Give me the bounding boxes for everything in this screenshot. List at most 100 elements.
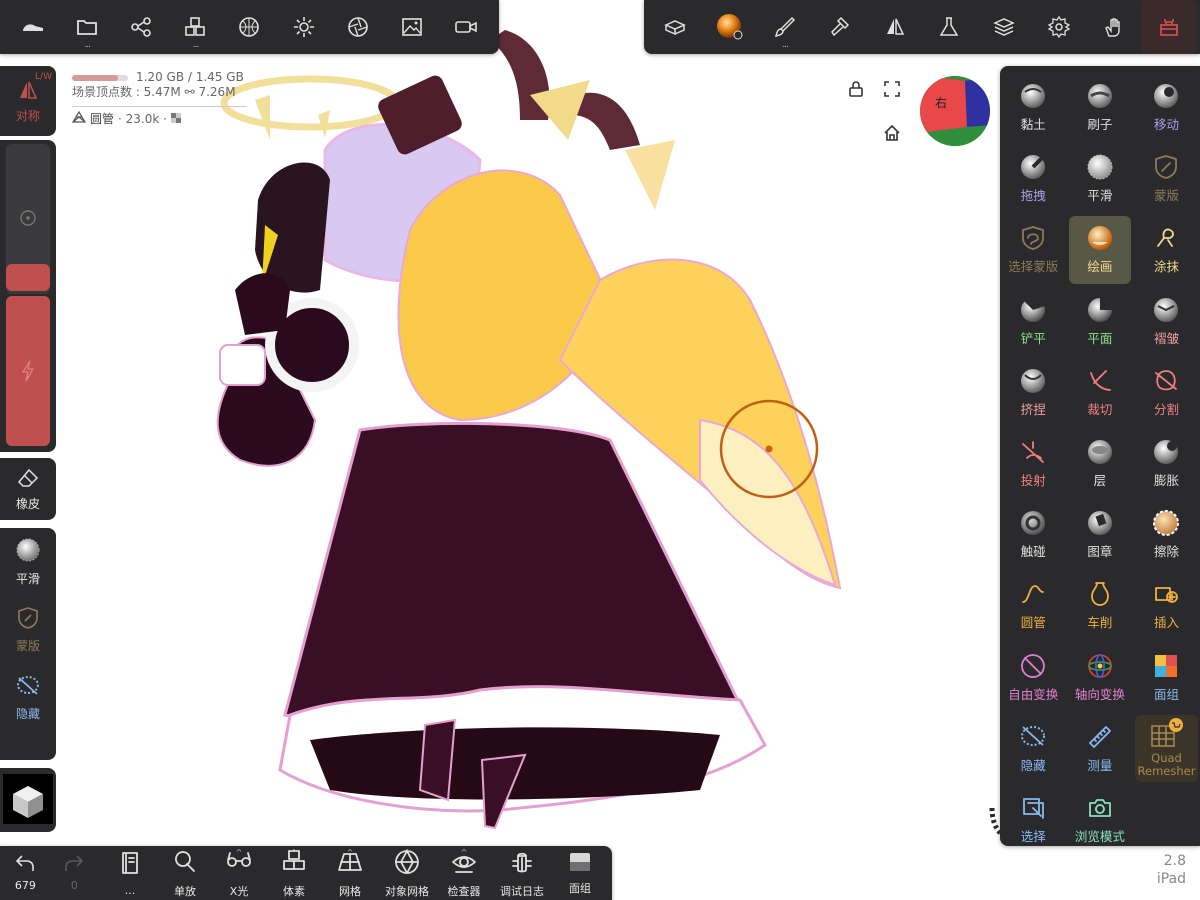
- symmetry-panel[interactable]: L/W 对称: [0, 66, 56, 136]
- tool-10[interactable]: 平面: [1067, 286, 1134, 357]
- tool-4[interactable]: 平滑: [1067, 143, 1134, 214]
- paint-button[interactable]: ...: [758, 0, 813, 54]
- layers-button[interactable]: [977, 0, 1032, 54]
- tool-13[interactable]: 裁切: [1067, 357, 1134, 428]
- tool-26[interactable]: 面组: [1133, 642, 1200, 713]
- toolbox-icon: [1158, 16, 1180, 38]
- tool-3[interactable]: 拖拽: [1000, 143, 1067, 214]
- tool-7[interactable]: 绘画: [1068, 216, 1132, 284]
- bottom-button-glasses[interactable]: ^ X光: [212, 846, 266, 900]
- tool-19[interactable]: 图章: [1067, 499, 1134, 570]
- tool-17[interactable]: 膨胀: [1133, 428, 1200, 499]
- scene-info: 1.20 GB / 1.45 GB 场景顶点数 : 5.47M ⚯ 7.26M …: [71, 70, 247, 127]
- tool-11[interactable]: 褶皱: [1133, 286, 1200, 357]
- gesture-hand-icon: [1103, 16, 1125, 38]
- quick-hide-label: 隐藏: [15, 707, 40, 721]
- tool-23[interactable]: 插入: [1133, 570, 1200, 641]
- quick-smooth-button[interactable]: 平滑: [0, 528, 56, 596]
- postprocess-button[interactable]: [922, 0, 977, 54]
- bottom-button-bug[interactable]: 调试日志: [492, 846, 552, 900]
- gestures-button[interactable]: [1086, 0, 1141, 54]
- scene-button[interactable]: [648, 0, 703, 54]
- video-icon: [454, 19, 478, 35]
- face-group-icon: [1152, 652, 1180, 680]
- lighting-button[interactable]: [277, 0, 331, 54]
- main-view-panel[interactable]: [0, 768, 56, 832]
- tools-button[interactable]: [1141, 0, 1196, 54]
- brush-cursor-dot: [765, 445, 773, 453]
- horn-tip: [625, 140, 675, 210]
- tool-label: 轴向变换: [1074, 686, 1125, 702]
- quick-hide-button[interactable]: 隐藏: [0, 664, 56, 732]
- bottom-button-face-group[interactable]: 面组: [552, 846, 608, 900]
- radius-preset-swatch[interactable]: [6, 264, 50, 291]
- settings-button[interactable]: [1032, 0, 1087, 54]
- tool-label: 裁切: [1087, 401, 1113, 417]
- gear-icon: [1047, 16, 1070, 38]
- bottom-button-voxel[interactable]: ^ 体素: [266, 846, 322, 900]
- object-name: 圆管: [90, 111, 115, 126]
- mask-shield-icon: [1152, 153, 1180, 181]
- tool-31[interactable]: 浏览模式: [1067, 784, 1134, 855]
- tool-21[interactable]: 圆管: [1000, 570, 1067, 641]
- quick-mask-button[interactable]: 蒙版: [0, 596, 56, 664]
- bottom-button-label: 调试日志: [500, 884, 544, 898]
- tool-29[interactable]: Quad Remesher: [1135, 714, 1198, 782]
- bottom-button-eye-inspect[interactable]: ^ 检查器: [436, 846, 492, 900]
- tool-label: 擦除: [1153, 544, 1179, 560]
- tool-15[interactable]: 投射: [1000, 428, 1067, 499]
- reset-camera-button[interactable]: [883, 124, 901, 146]
- topology-button[interactable]: [222, 0, 276, 54]
- bottom-button-wire-sphere[interactable]: ^ 对象网格: [378, 846, 436, 900]
- trim-icon: [1086, 367, 1114, 395]
- bottom-button-magnify[interactable]: 单放: [158, 846, 212, 900]
- tool-label: 蒙版: [1153, 188, 1179, 204]
- tool-12[interactable]: 挤捏: [1000, 357, 1067, 428]
- bottom-button-grid-plane[interactable]: ^ 网格: [322, 846, 378, 900]
- tool-1[interactable]: 刷子: [1067, 72, 1134, 143]
- tool-18[interactable]: 触碰: [1000, 499, 1067, 570]
- app-menu-button[interactable]: [6, 0, 60, 54]
- tool-8[interactable]: 涂抹: [1133, 214, 1200, 285]
- primitives-button[interactable]: ...: [168, 0, 222, 54]
- view-cube-face-label: 右: [935, 96, 948, 110]
- material-button[interactable]: [703, 0, 758, 54]
- scene-tree-button[interactable]: [114, 0, 168, 54]
- sculpt-button[interactable]: [812, 0, 867, 54]
- background-button[interactable]: [385, 0, 439, 54]
- lock-view-button[interactable]: [848, 80, 864, 102]
- hammer-icon: [829, 16, 851, 38]
- tools-panel-resize-handle[interactable]: [988, 798, 1028, 846]
- expand-icon: [883, 81, 901, 102]
- share-nodes-icon: [130, 16, 152, 38]
- record-button[interactable]: [439, 0, 493, 54]
- tool-24[interactable]: 自由变换: [1000, 642, 1067, 713]
- bottom-button-book[interactable]: ...: [102, 846, 158, 900]
- tool-label: 分割: [1153, 401, 1179, 417]
- tool-2[interactable]: 移动: [1133, 72, 1200, 143]
- tool-25[interactable]: 轴向变换: [1067, 642, 1134, 713]
- intensity-slider[interactable]: [6, 296, 50, 446]
- tool-16[interactable]: 层: [1067, 428, 1134, 499]
- view-cube[interactable]: 右: [919, 75, 991, 147]
- tool-22[interactable]: 车削: [1067, 570, 1134, 641]
- tool-label: 面组: [1153, 686, 1179, 702]
- redo-button[interactable]: 0: [47, 846, 102, 900]
- tool-label: 黏土: [1020, 117, 1046, 133]
- tool-9[interactable]: 铲平: [1000, 286, 1067, 357]
- tool-6[interactable]: 选择蒙版: [1000, 214, 1067, 285]
- tool-27[interactable]: 隐藏: [1000, 713, 1067, 784]
- cube-icon: [3, 774, 53, 828]
- fullscreen-button[interactable]: [883, 80, 901, 102]
- tools-panel: 黏土 刷子 移动 拖拽 平滑 蒙版选择蒙版 绘画 涂抹 铲平 平面 褶皱 挤捏 裁切 分割投射 层 膨胀 触碰 图…: [989, 66, 1200, 846]
- undo-button[interactable]: 679: [4, 846, 47, 900]
- camera-settings-button[interactable]: [331, 0, 385, 54]
- tool-5[interactable]: 蒙版: [1133, 143, 1200, 214]
- tool-20[interactable]: 擦除: [1133, 499, 1200, 570]
- tool-0[interactable]: 黏土: [1000, 72, 1067, 143]
- files-button[interactable]: ...: [60, 0, 114, 54]
- tool-14[interactable]: 分割: [1133, 357, 1200, 428]
- eraser-panel[interactable]: 橡皮: [0, 458, 56, 520]
- symmetry-button[interactable]: [867, 0, 922, 54]
- tool-28[interactable]: 测量: [1067, 713, 1134, 784]
